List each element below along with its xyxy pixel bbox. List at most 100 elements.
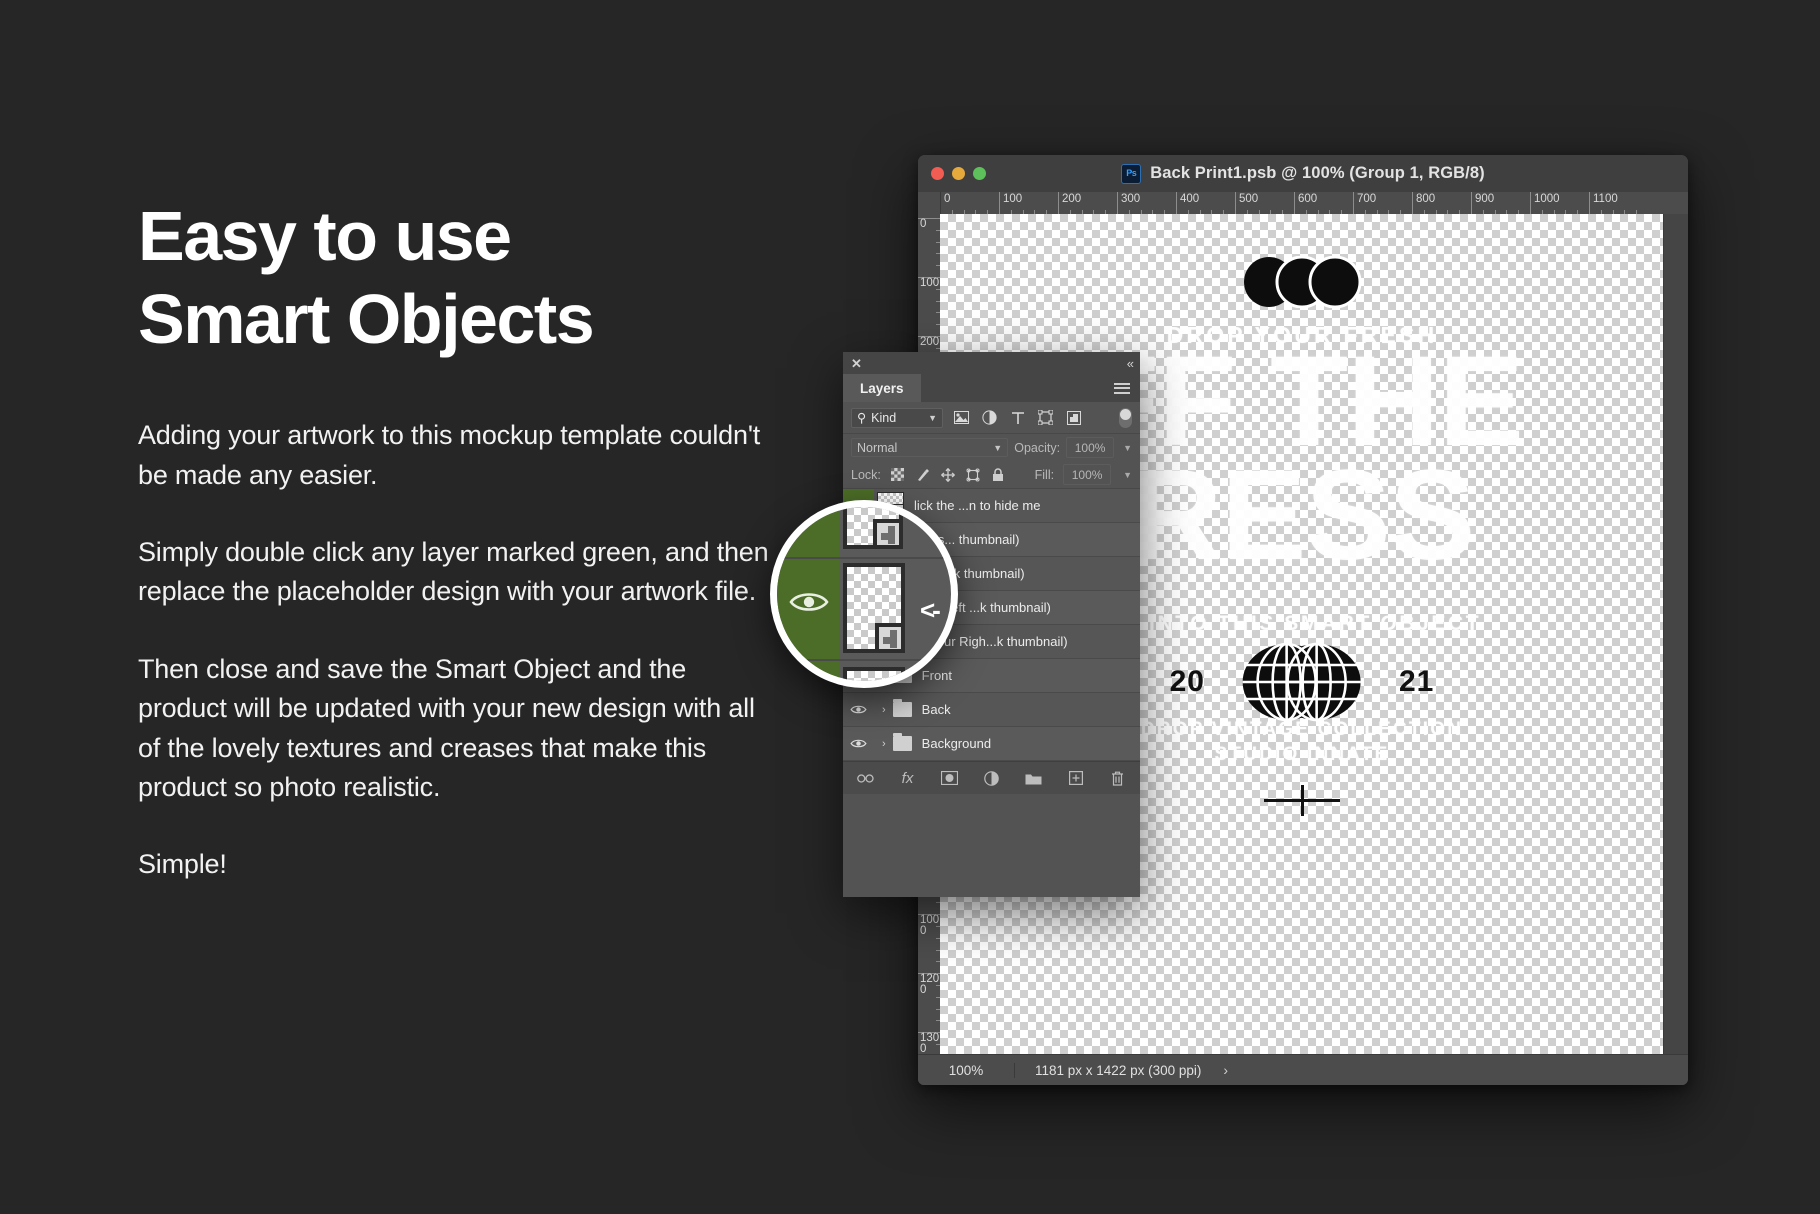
window-title-bar: Ps Back Print1.psb @ 100% (Group 1, RGB/… <box>918 155 1688 193</box>
magnified-arrow-label: <- <box>920 595 941 625</box>
status-zoom-level[interactable]: 100% <box>918 1062 1015 1078</box>
lock-position-icon[interactable] <box>940 467 956 483</box>
magnifier-content: <- <box>777 507 951 681</box>
ruler-tick: 1000 <box>1530 192 1560 214</box>
smart-object-filter-icon[interactable] <box>1064 408 1083 427</box>
chevron-right-icon[interactable]: › <box>882 704 886 716</box>
layer-visibility-toggle[interactable] <box>843 727 874 760</box>
layer-visibility-eye-icon <box>850 739 867 748</box>
chevron-right-icon[interactable]: › <box>882 738 886 750</box>
tab-layers[interactable]: Layers <box>843 374 921 402</box>
headline-line-2: Smart Objects <box>138 279 595 358</box>
lock-image-pixels-icon[interactable] <box>915 467 931 483</box>
link-layers-icon[interactable] <box>856 769 875 788</box>
smart-object-thumbnail[interactable] <box>843 563 905 653</box>
paragraph-1: Adding your artwork to this mockup templ… <box>138 420 761 490</box>
blend-mode-row: Normal ▼ Opacity: 100% ▼ <box>843 434 1140 461</box>
delete-layer-icon[interactable] <box>1108 769 1127 788</box>
lock-all-icon[interactable] <box>990 467 1006 483</box>
layers-panel-tabrow: Layers <box>843 374 1140 402</box>
layer-visibility-eye-icon[interactable] <box>789 589 829 615</box>
opacity-label: Opacity: <box>1014 440 1061 455</box>
hamburger-icon <box>1114 380 1130 396</box>
artwork-year-left: 20 <box>1169 665 1205 698</box>
ruler-tick: 200 <box>918 336 940 348</box>
adjustment-layer-filter-icon[interactable] <box>980 408 999 427</box>
layer-visibility-eye-icon <box>850 705 867 714</box>
close-icon[interactable]: ✕ <box>851 357 862 370</box>
minimize-icon[interactable] <box>952 167 965 180</box>
magnified-row-divider <box>777 557 951 559</box>
photoshop-icon: Ps <box>1121 163 1142 184</box>
horizontal-ruler[interactable]: 0 100 200 300 400 500 600 700 800 900 1000 1100 <box>918 192 1688 215</box>
ruler-tick: 100 <box>918 277 940 289</box>
artwork-year-right: 21 <box>1399 665 1435 698</box>
window-title: Back Print1.psb @ 100% (Group 1, RGB/8) <box>1150 164 1485 182</box>
headline-line-1: Easy to use <box>138 197 512 275</box>
search-icon: ⚲ <box>857 411 867 425</box>
folder-icon <box>892 699 912 717</box>
smart-object-badge-icon <box>875 623 905 653</box>
ruler-tick: 0 <box>940 192 950 214</box>
fill-chevron-icon[interactable]: ▼ <box>1123 470 1132 480</box>
layer-name: Background <box>921 736 992 751</box>
layers-panel-topbar: ✕ « <box>843 352 1140 374</box>
layer-name: Back <box>921 702 951 717</box>
paragraph-3: Then close and save the Smart Object and… <box>138 653 755 803</box>
blend-mode-value: Normal <box>857 440 898 455</box>
magnified-row-divider <box>777 659 951 661</box>
ruler-corner <box>918 192 941 214</box>
close-icon[interactable] <box>931 167 944 180</box>
folder-icon <box>892 733 912 751</box>
new-group-icon[interactable] <box>1024 769 1043 788</box>
canvas-vertical-scrollbar[interactable] <box>1663 214 1688 1055</box>
lock-artboard-nesting-icon[interactable] <box>965 467 981 483</box>
layers-filter-row: ⚲ Kind ▼ <box>843 402 1140 434</box>
filter-toggle-switch[interactable] <box>1119 407 1132 428</box>
double-globe-icon <box>1243 642 1361 722</box>
status-chevron-icon[interactable]: › <box>1223 1062 1228 1078</box>
lock-label: Lock: <box>851 467 881 482</box>
lock-row: Lock: Fill: 100% ▼ <box>843 461 1140 489</box>
paragraph-4: Simple! <box>138 849 227 880</box>
artwork-globe-row: 20 21 <box>1170 639 1435 725</box>
status-bar: 100% 1181 px x 1422 px (300 ppi) › <box>918 1054 1688 1085</box>
ruler-tick: 0 <box>918 218 940 230</box>
zoom-icon[interactable] <box>973 167 986 180</box>
pixel-layer-filter-icon[interactable] <box>952 408 971 427</box>
blend-mode-select[interactable]: Normal ▼ <box>851 438 1009 457</box>
panel-menu-icon[interactable] <box>1114 374 1140 402</box>
add-layer-style-icon[interactable]: fx <box>898 769 917 788</box>
paragraph-2: Simply double click any layer marked gre… <box>138 537 769 607</box>
layer-visibility-toggle[interactable] <box>843 693 874 726</box>
registration-crosshair-icon <box>1264 785 1340 816</box>
magnifier-loupe: <- <box>770 500 958 688</box>
left-copy-column: Easy to use Smart Objects Adding your ar… <box>138 195 778 885</box>
layer-kind-filter[interactable]: ⚲ Kind ▼ <box>851 407 943 428</box>
lock-transparent-pixels-icon[interactable] <box>890 467 906 483</box>
layers-panel-bottom-bar: fx <box>843 761 1140 794</box>
layer-row[interactable]: › Back <box>843 693 1140 727</box>
new-layer-icon[interactable] <box>1066 769 1085 788</box>
window-title-wrap: Ps Back Print1.psb @ 100% (Group 1, RGB/… <box>918 155 1688 192</box>
status-document-dimensions: 1181 px x 1422 px (300 ppi) <box>1035 1062 1202 1078</box>
add-layer-mask-icon[interactable] <box>940 769 959 788</box>
collapse-panel-icon[interactable]: « <box>1127 356 1134 371</box>
three-overlapping-circles-icon <box>1244 256 1362 308</box>
opacity-input[interactable]: 100% <box>1066 437 1115 458</box>
smart-object-thumbnail[interactable] <box>843 507 903 549</box>
smart-object-badge-icon <box>873 519 903 549</box>
layer-row[interactable]: › Background <box>843 727 1140 761</box>
fill-label: Fill: <box>1034 467 1055 482</box>
fill-input[interactable]: 100% <box>1063 464 1112 485</box>
chevron-down-icon: ▼ <box>993 442 1003 453</box>
chevron-down-icon: ▼ <box>928 412 937 423</box>
traffic-lights[interactable] <box>931 167 986 180</box>
shape-layer-filter-icon[interactable] <box>1036 408 1055 427</box>
layer-kind-label: Kind <box>871 410 897 425</box>
page-title: Easy to use Smart Objects <box>138 195 778 360</box>
opacity-chevron-icon[interactable]: ▼ <box>1123 443 1132 453</box>
type-layer-filter-icon[interactable] <box>1008 408 1027 427</box>
new-adjustment-layer-icon[interactable] <box>982 769 1001 788</box>
photoshop-icon-line1: Ps <box>1126 168 1137 178</box>
